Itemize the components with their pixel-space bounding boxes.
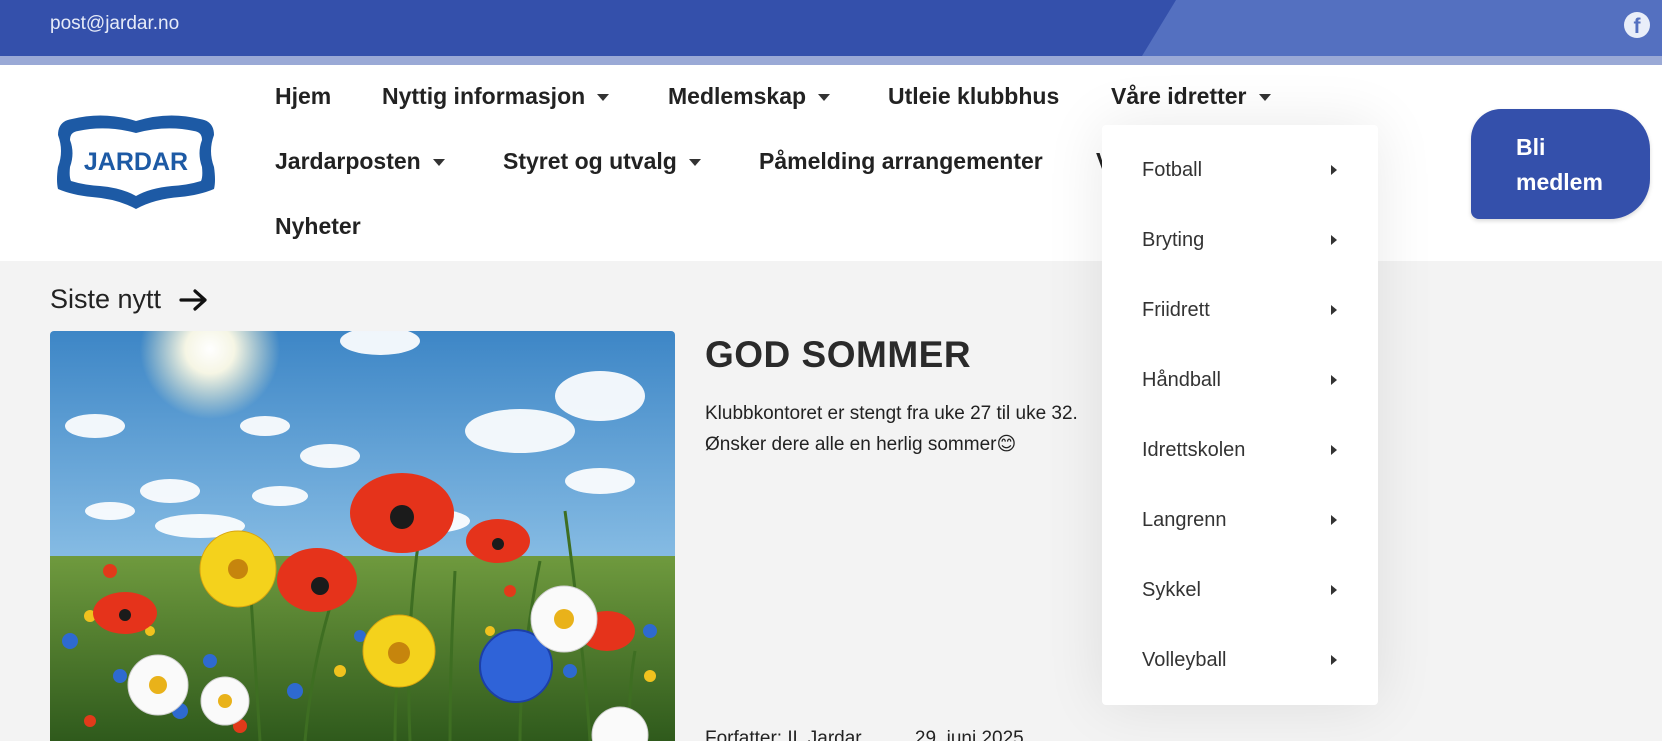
top-bar-accent <box>1142 0 1662 56</box>
dropdown-item-label: Langrenn <box>1142 508 1227 531</box>
contact-email-link[interactable]: post@jardar.no <box>50 13 179 35</box>
caret-right-icon <box>1331 445 1337 455</box>
dropdown-item-label: Friidrett <box>1142 298 1210 321</box>
dropdown-item-label: Fotball <box>1142 158 1203 181</box>
sports-dropdown-menu: Fotball Bryting Friidrett Håndball Idret… <box>1102 125 1378 705</box>
section-title: Siste nytt <box>50 284 162 314</box>
nav-label: Påmelding arrangementer <box>759 148 1043 174</box>
dropdown-item-label: Bryting <box>1142 228 1205 251</box>
post-author: Forfatter: IL Jardar <box>705 728 862 741</box>
cta-line-2: medlem <box>1516 169 1603 195</box>
dropdown-item-bryting[interactable]: Bryting <box>1142 225 1337 255</box>
post-title[interactable]: GOD SOMMER <box>705 334 971 376</box>
facebook-icon[interactable]: f <box>1624 12 1650 38</box>
nav-nyttig-informasjon[interactable]: Nyttig informasjon <box>382 83 610 110</box>
caret-down-icon <box>818 94 831 101</box>
dropdown-item-friidrett[interactable]: Friidrett <box>1142 295 1337 325</box>
caret-right-icon <box>1331 515 1337 525</box>
nav-label: Medlemskap <box>668 83 807 109</box>
jardar-logo[interactable]: JARDAR <box>50 113 222 211</box>
post-excerpt-line-2: Ønsker dere alle en herlig sommer😊 <box>705 434 1017 455</box>
logo-text: JARDAR <box>84 148 188 176</box>
caret-down-icon <box>432 159 445 166</box>
dropdown-item-idrettskolen[interactable]: Idrettskolen <box>1142 435 1337 465</box>
dropdown-item-handball[interactable]: Håndball <box>1142 365 1337 395</box>
dropdown-item-langrenn[interactable]: Langrenn <box>1142 505 1337 535</box>
site-header: JARDAR Hjem Nyttig informasjon Medlemska… <box>0 65 1662 261</box>
join-member-button[interactable]: Bli medlem <box>1471 109 1650 219</box>
post-image[interactable] <box>50 331 675 741</box>
nav-utleie-klubbhus[interactable]: Utleie klubbhus <box>888 83 1059 110</box>
caret-right-icon <box>1331 655 1337 665</box>
nav-nyheter[interactable]: Nyheter <box>275 213 361 240</box>
dropdown-item-label: Idrettskolen <box>1142 438 1246 461</box>
caret-right-icon <box>1331 235 1337 245</box>
cta-line-1: Bli <box>1516 134 1546 160</box>
nav-pamelding-arrangementer[interactable]: Påmelding arrangementer <box>759 148 1043 175</box>
post-date: 29. juni 2025 <box>914 728 1024 741</box>
caret-right-icon <box>1331 585 1337 595</box>
dropdown-item-fotball[interactable]: Fotball <box>1142 155 1337 185</box>
top-bar-stripe <box>0 56 1662 65</box>
caret-right-icon <box>1331 375 1337 385</box>
post-meta: Forfatter: IL Jardar 29. juni 2025 <box>705 728 1072 741</box>
nav-jardarposten[interactable]: Jardarposten <box>275 148 445 175</box>
nav-label: Nyheter <box>275 213 361 239</box>
dropdown-item-volleyball[interactable]: Volleyball <box>1142 645 1337 675</box>
nav-label: Utleie klubbhus <box>888 83 1060 109</box>
caret-right-icon <box>1331 305 1337 315</box>
latest-news-link[interactable]: Siste nytt <box>50 284 209 315</box>
nav-vare-idretter[interactable]: Våre idretter <box>1111 83 1271 110</box>
dropdown-item-sykkel[interactable]: Sykkel <box>1142 575 1337 605</box>
nav-label: Styret og utvalg <box>503 148 677 174</box>
nav-label: Våre idretter <box>1111 83 1247 109</box>
dropdown-item-label: Sykkel <box>1142 578 1201 601</box>
nav-label: Nyttig informasjon <box>382 83 586 109</box>
nav-medlemskap[interactable]: Medlemskap <box>668 83 831 110</box>
caret-down-icon <box>597 94 610 101</box>
caret-right-icon <box>1331 165 1337 175</box>
post-excerpt-line-1: Klubbkontoret er stengt fra uke 27 til u… <box>705 403 1078 424</box>
nav-label: Hjem <box>275 83 332 109</box>
top-bar: post@jardar.no f <box>0 0 1662 56</box>
caret-down-icon <box>688 159 701 166</box>
nav-hjem[interactable]: Hjem <box>275 83 331 110</box>
arrow-right-icon <box>179 288 207 311</box>
caret-down-icon <box>1258 94 1271 101</box>
nav-label: Jardarposten <box>275 148 421 174</box>
dropdown-item-label: Volleyball <box>1142 648 1227 671</box>
nav-styret-og-utvalg[interactable]: Styret og utvalg <box>503 148 701 175</box>
dropdown-item-label: Håndball <box>1142 368 1221 391</box>
